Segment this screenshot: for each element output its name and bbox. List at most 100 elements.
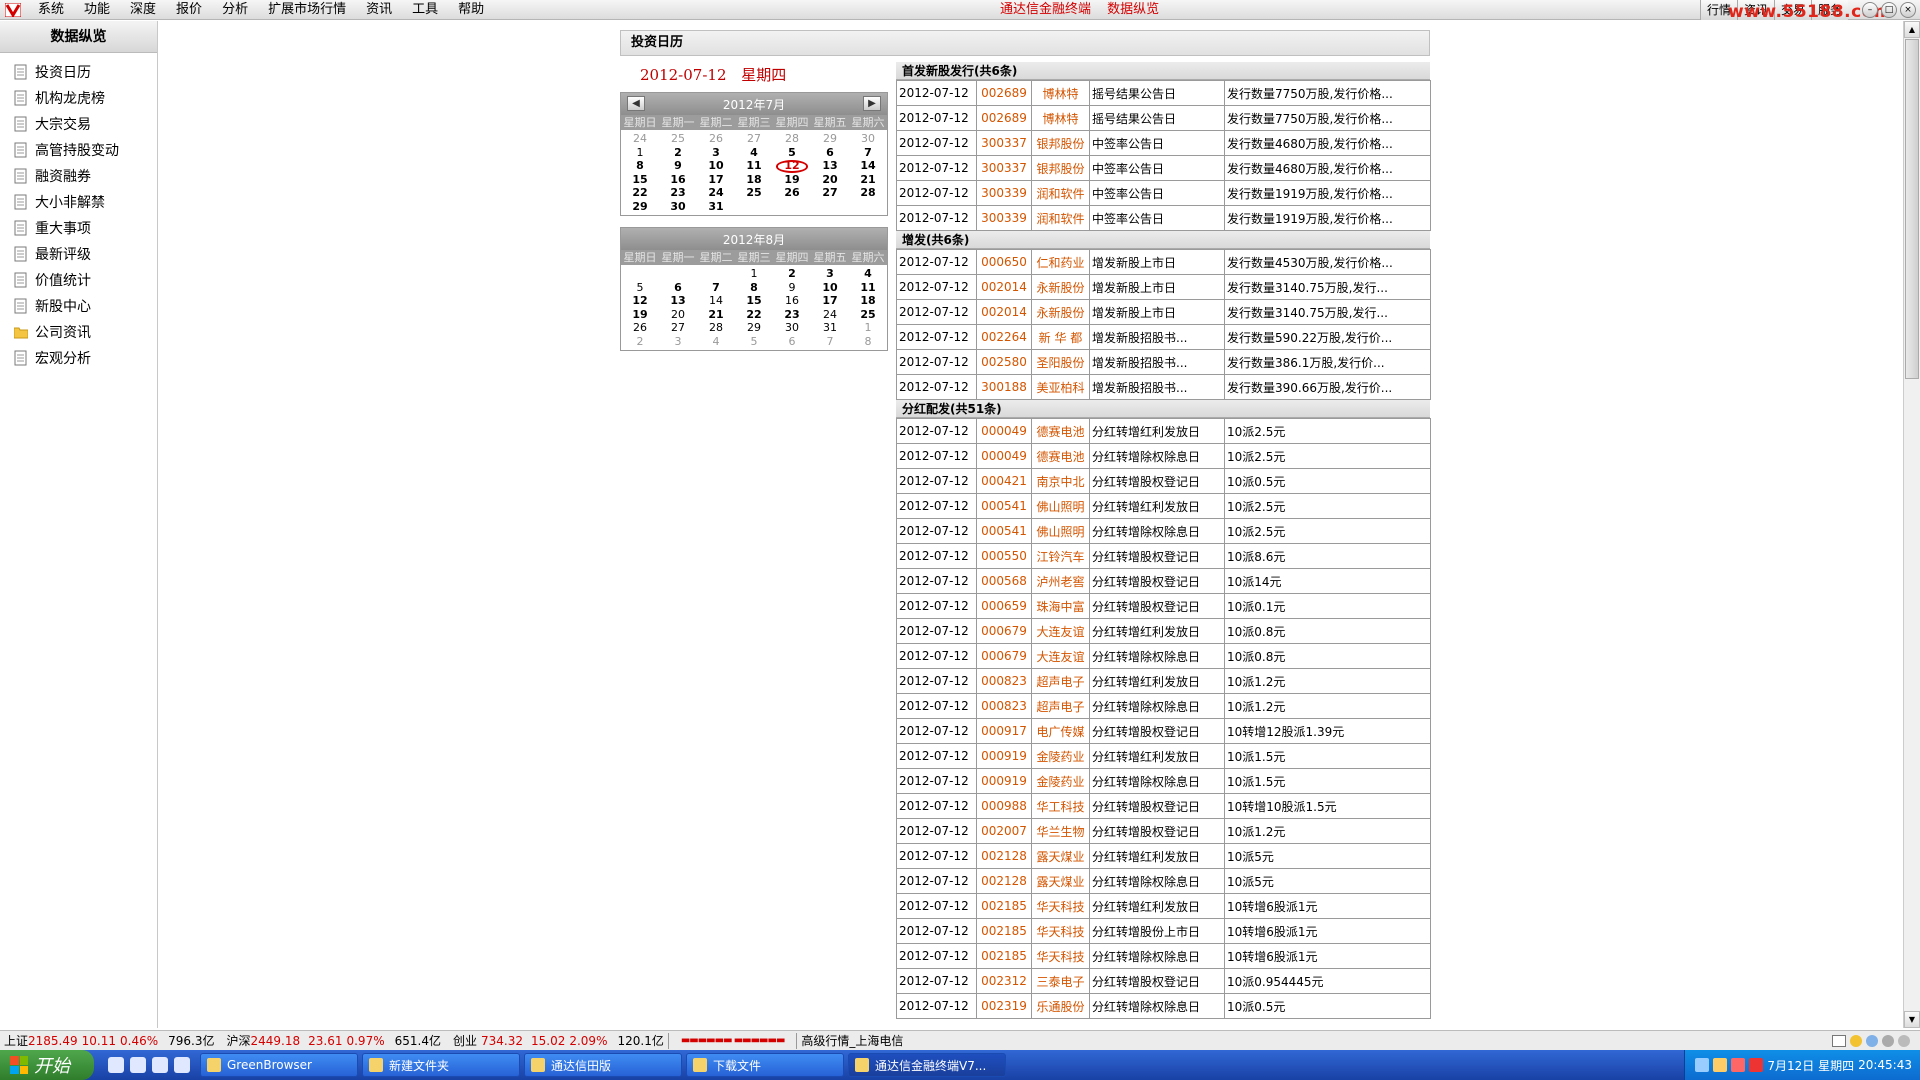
- row-stock-code[interactable]: 002014: [976, 299, 1032, 325]
- row-stock-code[interactable]: 002580: [976, 349, 1032, 375]
- calendar-day[interactable]: 24: [621, 132, 659, 146]
- calendar-day[interactable]: 31: [811, 321, 849, 335]
- row-stock-name[interactable]: 超声电子: [1031, 693, 1090, 719]
- row-stock-code[interactable]: 000988: [976, 793, 1032, 819]
- row-stock-code[interactable]: 000917: [976, 718, 1032, 744]
- row-stock-name[interactable]: 永新股份: [1031, 299, 1090, 325]
- table-row[interactable]: 2012-07-12 000679 大连友谊 分红转增除权除息日 10派0.8元: [896, 643, 1431, 669]
- calendar-day[interactable]: 20: [811, 173, 849, 187]
- row-stock-name[interactable]: 永新股份: [1031, 274, 1090, 300]
- row-stock-name[interactable]: 南京中北: [1031, 468, 1090, 494]
- calendar-day[interactable]: 9: [659, 159, 697, 173]
- calendar-day[interactable]: 26: [697, 132, 735, 146]
- row-stock-name[interactable]: 华兰生物: [1031, 818, 1090, 844]
- row-stock-name[interactable]: 华工科技: [1031, 793, 1090, 819]
- row-stock-code[interactable]: 300339: [976, 180, 1032, 206]
- calendar-day[interactable]: 11: [849, 281, 887, 295]
- table-row[interactable]: 2012-07-12 002185 华天科技 分红转增股份上市日 10转增6股派1元: [896, 918, 1431, 944]
- calendar-day[interactable]: 6: [659, 281, 697, 295]
- calendar-day[interactable]: 30: [849, 132, 887, 146]
- calendar-day[interactable]: 21: [697, 308, 735, 322]
- calendar-day[interactable]: 12: [773, 159, 811, 173]
- menu-tools[interactable]: 工具: [402, 0, 448, 20]
- row-stock-name[interactable]: 大连友谊: [1031, 643, 1090, 669]
- sidebar-item[interactable]: 投资日历: [0, 59, 157, 85]
- calendar-day[interactable]: 14: [697, 294, 735, 308]
- row-stock-name[interactable]: 银邦股份: [1031, 130, 1090, 156]
- calendar-day[interactable]: 15: [735, 294, 773, 308]
- calendar-day[interactable]: 28: [849, 186, 887, 200]
- minimize-icon[interactable]: –: [1862, 2, 1878, 18]
- table-row[interactable]: 2012-07-12 000919 金陵药业 分红转增除权除息日 10派1.5元: [896, 768, 1431, 794]
- table-row[interactable]: 2012-07-12 300339 润和软件 中签率公告日 发行数量1919万股,发行价…: [896, 205, 1431, 231]
- calendar-day[interactable]: 3: [697, 146, 735, 160]
- quick-desktop-icon[interactable]: [108, 1057, 124, 1073]
- calendar-day[interactable]: 22: [621, 186, 659, 200]
- row-stock-name[interactable]: 泸州老窖: [1031, 568, 1090, 594]
- row-stock-code[interactable]: 000541: [976, 493, 1032, 519]
- calendar-day[interactable]: 9: [773, 281, 811, 295]
- network-icon[interactable]: [1695, 1058, 1710, 1072]
- calendar-day[interactable]: 26: [773, 186, 811, 200]
- calendar-day[interactable]: 22: [735, 308, 773, 322]
- calendar-day[interactable]: 18: [735, 173, 773, 187]
- row-stock-code[interactable]: 300337: [976, 130, 1032, 156]
- row-stock-code[interactable]: 000679: [976, 643, 1032, 669]
- row-stock-name[interactable]: 佛山照明: [1031, 518, 1090, 544]
- calendar-day[interactable]: 28: [773, 132, 811, 146]
- table-row[interactable]: 2012-07-12 000049 德赛电池 分红转增除权除息日 10派2.5元: [896, 443, 1431, 469]
- taskbar-task[interactable]: 下载文件: [686, 1053, 844, 1077]
- row-stock-name[interactable]: 电广传媒: [1031, 718, 1090, 744]
- row-stock-name[interactable]: 德赛电池: [1031, 418, 1090, 444]
- calendar-day[interactable]: 29: [811, 132, 849, 146]
- table-row[interactable]: 2012-07-12 000679 大连友谊 分红转增红利发放日 10派0.8元: [896, 618, 1431, 644]
- row-stock-name[interactable]: 德赛电池: [1031, 443, 1090, 469]
- table-row[interactable]: 2012-07-12 000919 金陵药业 分红转增红利发放日 10派1.5元: [896, 743, 1431, 769]
- row-stock-code[interactable]: 002689: [976, 105, 1032, 131]
- calendar-day[interactable]: 8: [735, 281, 773, 295]
- calendar-day[interactable]: 2: [621, 335, 659, 349]
- table-row[interactable]: 2012-07-12 000421 南京中北 分红转增股权登记日 10派0.5元: [896, 468, 1431, 494]
- row-stock-name[interactable]: 大连友谊: [1031, 618, 1090, 644]
- row-stock-name[interactable]: 华天科技: [1031, 943, 1090, 969]
- row-stock-name[interactable]: 珠海中富: [1031, 593, 1090, 619]
- table-row[interactable]: 2012-07-12 000550 江铃汽车 分红转增股权登记日 10派8.6元: [896, 543, 1431, 569]
- calendar-day[interactable]: 10: [811, 281, 849, 295]
- table-row[interactable]: 2012-07-12 002264 新 华 都增发新股招股书... 发行数量590.2…: [896, 324, 1431, 350]
- close-icon[interactable]: ×: [1900, 2, 1916, 18]
- table-row[interactable]: 2012-07-12 002319 乐通股份 分红转增除权除息日 10派0.5元: [896, 993, 1431, 1019]
- prev-month-icon[interactable]: ◀: [627, 96, 645, 111]
- calendar-day[interactable]: 17: [811, 294, 849, 308]
- sidebar-item[interactable]: 高管持股变动: [0, 137, 157, 163]
- table-row[interactable]: 2012-07-12 300188 美亚柏科 增发新股招股书... 发行数量390.66…: [896, 374, 1431, 400]
- row-stock-code[interactable]: 000919: [976, 768, 1032, 794]
- table-row[interactable]: 2012-07-12 300337 银邦股份 中签率公告日 发行数量4680万股,发行价…: [896, 130, 1431, 156]
- row-stock-code[interactable]: 000049: [976, 418, 1032, 444]
- menu-function[interactable]: 功能: [74, 0, 120, 20]
- calendar-day[interactable]: 13: [659, 294, 697, 308]
- row-stock-name[interactable]: 润和软件: [1031, 180, 1090, 206]
- row-stock-name[interactable]: 乐通股份: [1031, 993, 1090, 1019]
- sidebar-item[interactable]: 新股中心: [0, 293, 157, 319]
- table-row[interactable]: 2012-07-12 300337 银邦股份 中签率公告日 发行数量4680万股,发行价…: [896, 155, 1431, 181]
- table-row[interactable]: 2012-07-12 300339 润和软件 中签率公告日 发行数量1919万股,发行价…: [896, 180, 1431, 206]
- row-stock-name[interactable]: 华天科技: [1031, 918, 1090, 944]
- calendar-day[interactable]: 20: [659, 308, 697, 322]
- calendar-day[interactable]: 13: [811, 159, 849, 173]
- row-stock-name[interactable]: 金陵药业: [1031, 768, 1090, 794]
- row-stock-code[interactable]: 002689: [976, 80, 1032, 106]
- scroll-up-icon[interactable]: ▲: [1904, 21, 1920, 38]
- calendar-day[interactable]: 23: [659, 186, 697, 200]
- calendar-day[interactable]: 24: [811, 308, 849, 322]
- calendar-day[interactable]: 26: [621, 321, 659, 335]
- calendar-day[interactable]: 11: [735, 159, 773, 173]
- row-stock-name[interactable]: 美亚柏科: [1031, 374, 1090, 400]
- table-row[interactable]: 2012-07-12 000659 珠海中富 分红转增股权登记日 10派0.1元: [896, 593, 1431, 619]
- taskbar-task[interactable]: 通达信金融终端V7...: [848, 1053, 1006, 1077]
- row-stock-code[interactable]: 002128: [976, 843, 1032, 869]
- volume-icon[interactable]: [1713, 1058, 1728, 1072]
- calendar-day[interactable]: 30: [659, 200, 697, 214]
- table-row[interactable]: 2012-07-12 002014 永新股份 增发新股上市日 发行数量3140.75万股…: [896, 299, 1431, 325]
- menu-system[interactable]: 系统: [28, 0, 74, 20]
- row-stock-name[interactable]: 博林特: [1031, 80, 1090, 106]
